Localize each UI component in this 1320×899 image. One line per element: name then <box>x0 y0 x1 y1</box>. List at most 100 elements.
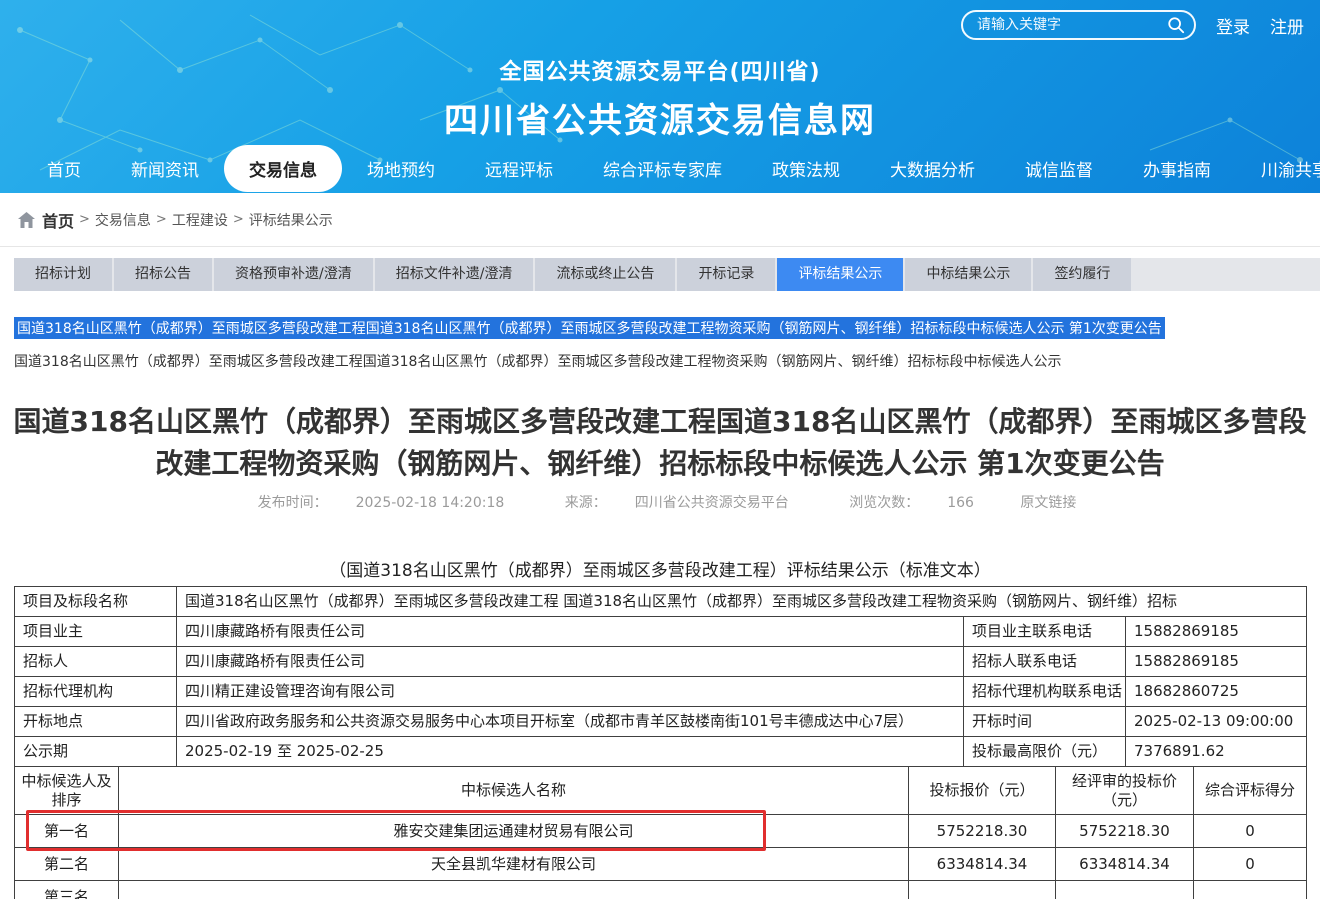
breadcrumb-separator: > <box>156 212 167 227</box>
breadcrumb: 首页 > 交易信息 > 工程建设 > 评标结果公示 <box>0 193 1320 247</box>
breadcrumb-construction[interactable]: 工程建设 <box>172 210 228 230</box>
table-row: 项目业主 四川康藏路桥有限责任公司 项目业主联系电话 15882869185 <box>15 617 1307 647</box>
breadcrumb-separator: > <box>233 212 244 227</box>
header-topbar: 登录 注册 <box>961 10 1304 40</box>
nav-item-chuanyu-zone[interactable]: 川渝共享专区 <box>1236 145 1320 192</box>
info-value: 四川康藏路桥有限责任公司 <box>177 617 964 647</box>
reviewed-price-cell: 6334814.34 <box>1056 848 1194 881</box>
info-label: 公示期 <box>15 737 177 767</box>
info-label: 开标时间 <box>964 707 1126 737</box>
site-title: 四川省公共资源交易信息网 <box>0 93 1320 142</box>
table-row: 招标人 四川康藏路桥有限责任公司 招标人联系电话 15882869185 <box>15 647 1307 677</box>
info-value: 国道318名山区黑竹（成都界）至雨城区多营段改建工程 国道318名山区黑竹（成都… <box>177 587 1307 617</box>
info-label: 招标人联系电话 <box>964 647 1126 677</box>
nav-item-trade-info[interactable]: 交易信息 <box>224 145 342 192</box>
breadcrumb-trade-info[interactable]: 交易信息 <box>95 210 151 230</box>
nav-item-big-data[interactable]: 大数据分析 <box>865 145 1000 192</box>
candidate-name-cell: 天全县凯华建材有限公司 <box>119 848 909 881</box>
tab-evaluation-result[interactable]: 评标结果公示 <box>777 258 903 291</box>
info-value: 四川省政府政务服务和公共资源交易服务中心本项目开标室（成都市青羊区鼓楼南街101… <box>177 707 964 737</box>
info-value: 四川精正建设管理咨询有限公司 <box>177 677 964 707</box>
page-title: 国道318名山区黑竹（成都界）至雨城区多营段改建工程国道318名山区黑竹（成都界… <box>12 401 1308 485</box>
source: 来源：四川省公共资源交易平台 <box>551 495 803 511</box>
nav-item-policies[interactable]: 政策法规 <box>747 145 865 192</box>
table-caption: （国道318名山区黑竹（成都界）至雨城区多营段改建工程）评标结果公示（标准文本） <box>0 556 1320 581</box>
nav-item-integrity[interactable]: 诚信监督 <box>1000 145 1118 192</box>
score-cell <box>1194 881 1307 899</box>
table-row-third-place: 第三名 <box>15 881 1307 899</box>
info-label: 招标人 <box>15 647 177 677</box>
candidate-name-cell: 雅安交建集团运通建材贸易有限公司 <box>119 815 909 848</box>
col-header-bid-price: 投标报价（元） <box>909 767 1056 815</box>
candidate-name-cell <box>119 881 909 899</box>
table-row: 项目及标段名称 国道318名山区黑竹（成都界）至雨城区多营段改建工程 国道318… <box>15 587 1307 617</box>
table-row: 招标代理机构 四川精正建设管理咨询有限公司 招标代理机构联系电话 1868286… <box>15 677 1307 707</box>
site-header: 登录 注册 全国公共资源交易平台(四川省) 四川省公共资源交易信息网 首页 新闻… <box>0 0 1320 193</box>
bid-price-cell <box>909 881 1056 899</box>
search-input[interactable] <box>963 12 1194 38</box>
info-label: 招标代理机构联系电话 <box>964 677 1126 707</box>
info-value: 2025-02-19 至 2025-02-25 <box>177 737 964 767</box>
info-label: 招标代理机构 <box>15 677 177 707</box>
register-link[interactable]: 注册 <box>1270 13 1304 38</box>
main-nav: 首页 新闻资讯 交易信息 场地预约 远程评标 综合评标专家库 政策法规 大数据分… <box>0 143 1320 193</box>
info-value: 7376891.62 <box>1126 737 1307 767</box>
info-label: 投标最高限价（元） <box>964 737 1126 767</box>
tab-bid-announcement[interactable]: 招标公告 <box>114 258 212 291</box>
info-value: 15882869185 <box>1126 617 1307 647</box>
nav-item-venue-booking[interactable]: 场地预约 <box>342 145 460 192</box>
table-row-second-place: 第二名 天全县凯华建材有限公司 6334814.34 6334814.34 0 <box>15 848 1307 881</box>
rank-cell: 第三名 <box>15 881 119 899</box>
announcement-link[interactable]: 国道318名山区黑竹（成都界）至雨城区多营段改建工程国道318名山区黑竹（成都界… <box>14 351 1320 371</box>
reviewed-price-cell <box>1056 881 1194 899</box>
table-row-first-place: 第一名 雅安交建集团运通建材贸易有限公司 5752218.30 5752218.… <box>15 815 1307 848</box>
col-header-rank: 中标候选人及排序 <box>15 767 119 815</box>
col-header-name: 中标候选人名称 <box>119 767 909 815</box>
tab-failed-or-terminated[interactable]: 流标或终止公告 <box>535 258 675 291</box>
tab-bid-opening-record[interactable]: 开标记录 <box>677 258 775 291</box>
candidates-table: 中标候选人及排序 中标候选人名称 投标报价（元） 经评审的投标价（元） 综合评标… <box>14 766 1307 899</box>
tab-award-result[interactable]: 中标结果公示 <box>905 258 1031 291</box>
original-text-link[interactable]: 原文链接 <box>1020 495 1076 511</box>
nav-item-guide[interactable]: 办事指南 <box>1118 145 1236 192</box>
nav-item-remote-evaluation[interactable]: 远程评标 <box>460 145 578 192</box>
search-box[interactable] <box>961 10 1196 40</box>
score-cell: 0 <box>1194 815 1307 848</box>
info-label: 项目业主 <box>15 617 177 647</box>
publish-time: 发布时间：2025-02-18 14:20:18 <box>244 495 519 511</box>
bid-price-cell: 5752218.30 <box>909 815 1056 848</box>
candidates-section: 中标候选人及排序 中标候选人名称 投标报价（元） 经评审的投标价（元） 综合评标… <box>0 766 1320 899</box>
table-row: 公示期 2025-02-19 至 2025-02-25 投标最高限价（元） 73… <box>15 737 1307 767</box>
view-count: 浏览次数：166 <box>835 495 988 511</box>
announcement-link-highlighted[interactable]: 国道318名山区黑竹（成都界）至雨城区多营段改建工程国道318名山区黑竹（成都界… <box>14 317 1165 339</box>
search-icon[interactable] <box>1167 16 1185 34</box>
table-row: 开标地点 四川省政府政务服务和公共资源交易服务中心本项目开标室（成都市青羊区鼓楼… <box>15 707 1307 737</box>
info-label: 开标地点 <box>15 707 177 737</box>
login-link[interactable]: 登录 <box>1216 13 1250 38</box>
reviewed-price-cell: 5752218.30 <box>1056 815 1194 848</box>
tab-contract-performance[interactable]: 签约履行 <box>1033 258 1131 291</box>
tab-prequalification-supplement[interactable]: 资格预审补遗/澄清 <box>214 258 373 291</box>
bid-price-cell: 6334814.34 <box>909 848 1056 881</box>
col-header-reviewed-price: 经评审的投标价（元） <box>1056 767 1194 815</box>
tab-bid-plan[interactable]: 招标计划 <box>14 258 112 291</box>
project-info-table: 项目及标段名称 国道318名山区黑竹（成都界）至雨城区多营段改建工程 国道318… <box>14 586 1307 767</box>
nav-item-expert-pool[interactable]: 综合评标专家库 <box>578 145 747 192</box>
breadcrumb-home[interactable]: 首页 <box>42 208 74 232</box>
info-value: 四川康藏路桥有限责任公司 <box>177 647 964 677</box>
breadcrumb-eval-result[interactable]: 评标结果公示 <box>249 210 333 230</box>
info-value: 18682860725 <box>1126 677 1307 707</box>
info-value: 15882869185 <box>1126 647 1307 677</box>
breadcrumb-separator: > <box>79 212 90 227</box>
rank-cell: 第二名 <box>15 848 119 881</box>
article-meta: 发布时间：2025-02-18 14:20:18 来源：四川省公共资源交易平台 … <box>0 492 1320 512</box>
nav-item-home[interactable]: 首页 <box>22 145 106 192</box>
category-tabs: 招标计划 招标公告 资格预审补遗/澄清 招标文件补遗/澄清 流标或终止公告 开标… <box>14 258 1320 291</box>
info-label: 项目及标段名称 <box>15 587 177 617</box>
home-icon[interactable] <box>18 212 35 228</box>
tab-bid-document-supplement[interactable]: 招标文件补遗/澄清 <box>375 258 534 291</box>
info-label: 项目业主联系电话 <box>964 617 1126 647</box>
info-value: 2025-02-13 09:00:00 <box>1126 707 1307 737</box>
rank-cell: 第一名 <box>15 815 119 848</box>
nav-item-news[interactable]: 新闻资讯 <box>106 145 224 192</box>
